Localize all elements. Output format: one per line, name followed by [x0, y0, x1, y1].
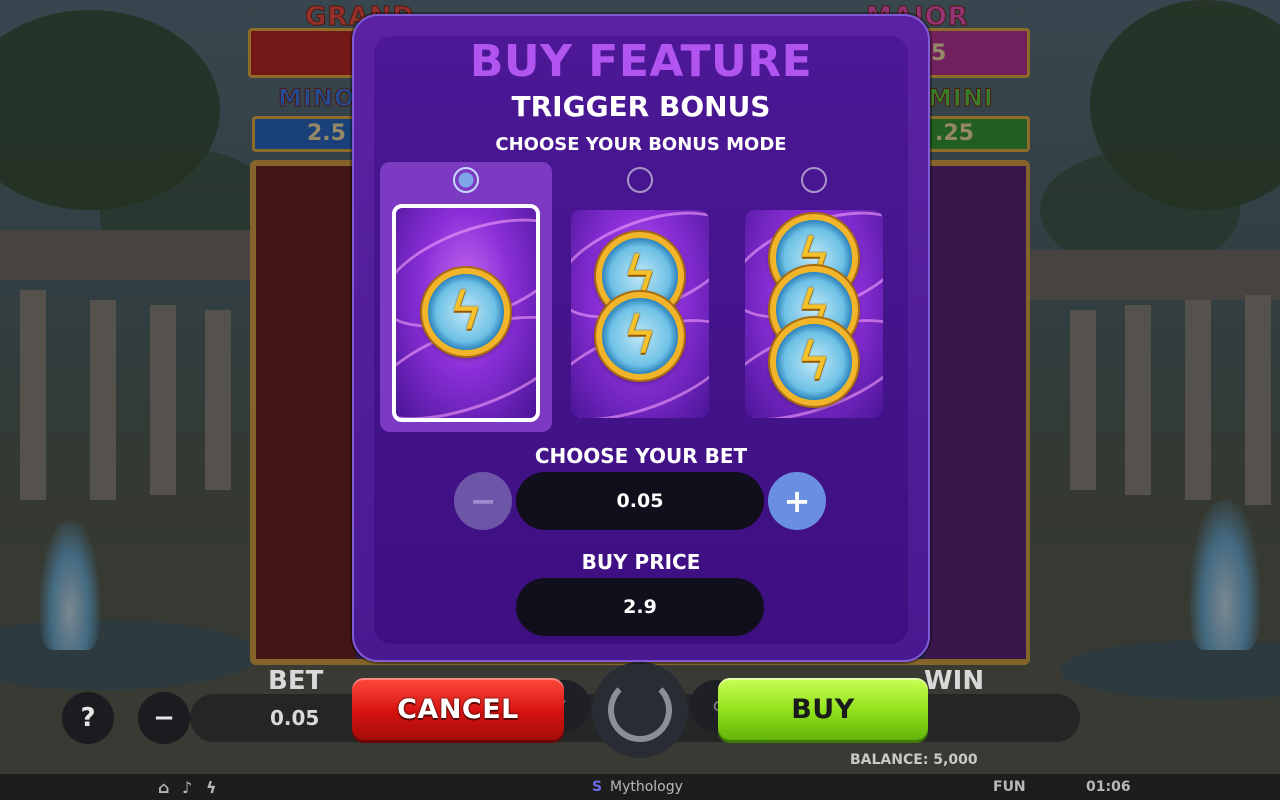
lightning-coin-icon: ϟ: [770, 318, 858, 406]
home-icon[interactable]: ⌂: [158, 778, 169, 797]
minus-icon: −: [153, 703, 175, 733]
bonus-mode-option-3[interactable]: ϟ ϟ ϟ: [745, 210, 883, 418]
bet-minus-button[interactable]: −: [454, 472, 512, 530]
game-mode: FUN: [993, 779, 1026, 795]
game-name: Mythology: [610, 779, 683, 795]
radio-unselected-icon[interactable]: [801, 167, 827, 193]
buy-price-label: BUY PRICE: [581, 550, 701, 574]
help-icon: ?: [80, 703, 96, 733]
radio-unselected-icon[interactable]: [627, 167, 653, 193]
minus-icon: −: [469, 482, 497, 520]
balance-display: BALANCE: 5,000: [850, 752, 978, 768]
bet-plus-button[interactable]: +: [768, 472, 826, 530]
cancel-button-label: CANCEL: [397, 693, 519, 725]
sound-icon[interactable]: ♪: [182, 778, 192, 797]
turbo-icon[interactable]: ϟ: [206, 778, 217, 797]
bet-decrease-button[interactable]: −: [138, 692, 190, 744]
spin-icon: [608, 678, 672, 742]
bonus-mode-option-1[interactable]: ϟ: [392, 204, 540, 422]
buy-price-value: 2.9: [623, 596, 657, 618]
help-button[interactable]: ?: [62, 692, 114, 744]
plus-icon: +: [783, 482, 811, 520]
choose-bet-label: CHOOSE YOUR BET: [534, 444, 748, 468]
cancel-button[interactable]: CANCEL: [352, 678, 564, 740]
bet-value: 0.05: [616, 490, 664, 512]
modal-subtitle: TRIGGER BONUS: [511, 90, 771, 123]
lightning-coin-icon: ϟ: [596, 292, 684, 380]
spin-button[interactable]: [592, 662, 688, 758]
modal-title: BUY FEATURE: [469, 36, 813, 87]
radio-selected-icon[interactable]: [453, 167, 479, 193]
lightning-coin-icon: ϟ: [422, 268, 510, 356]
hud-bet-value: 0.05: [270, 706, 320, 730]
buy-price-field: 2.9: [516, 578, 764, 636]
hud-bet-label: BET: [268, 666, 324, 696]
clock: 01:06: [1086, 779, 1131, 795]
hud-win-label: WIN: [924, 666, 985, 696]
buy-button-label: BUY: [791, 693, 855, 725]
bonus-mode-option-2[interactable]: ϟ ϟ: [571, 210, 709, 418]
bet-value-field: 0.05: [516, 472, 764, 530]
brand-logo-icon: S: [592, 779, 603, 795]
bonus-mode-label: CHOOSE YOUR BONUS MODE: [495, 134, 787, 155]
buy-button[interactable]: BUY: [718, 678, 928, 740]
